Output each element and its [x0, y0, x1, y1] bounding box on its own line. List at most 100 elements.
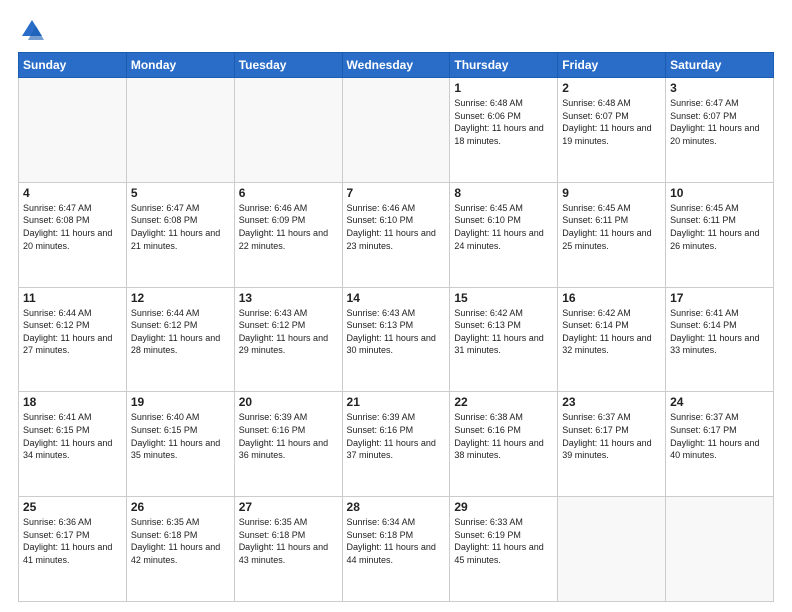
day-info: Sunrise: 6:44 AM Sunset: 6:12 PM Dayligh… — [131, 307, 230, 357]
calendar-cell: 9 Sunrise: 6:45 AM Sunset: 6:11 PM Daylig… — [558, 182, 666, 287]
calendar-cell: 24Sunrise: 6:37 AM Sunset: 6:17 PM Dayli… — [666, 392, 774, 497]
day-number: 27 — [239, 500, 338, 514]
day-info: Sunrise: 6:45 AM Sunset: 6:11 PM Dayligh… — [562, 202, 661, 252]
day-number: 6 — [239, 186, 338, 200]
day-info: Sunrise: 6:44 AM Sunset: 6:12 PM Dayligh… — [23, 307, 122, 357]
logo — [18, 16, 50, 44]
calendar-header-sunday: Sunday — [19, 53, 127, 78]
day-info: Sunrise: 6:38 AM Sunset: 6:16 PM Dayligh… — [454, 411, 553, 461]
calendar-cell: 1 Sunrise: 6:48 AM Sunset: 6:06 PM Daylig… — [450, 78, 558, 183]
calendar-cell: 25 Sunrise: 6:36 AM Sunset: 6:17 PM Dayli… — [19, 497, 127, 602]
calendar-cell — [342, 78, 450, 183]
day-info: Sunrise: 6:40 AM Sunset: 6:15 PM Dayligh… — [131, 411, 230, 461]
day-number: 20 — [239, 395, 338, 409]
calendar-cell — [666, 497, 774, 602]
day-info: Sunrise: 6:42 AM Sunset: 6:14 PM Dayligh… — [562, 307, 661, 357]
day-number: 4 — [23, 186, 122, 200]
calendar-cell: 3Sunrise: 6:47 AM Sunset: 6:07 PM Daylig… — [666, 78, 774, 183]
day-number: 25 — [23, 500, 122, 514]
day-info: Sunrise: 6:41 AM Sunset: 6:15 PM Dayligh… — [23, 411, 122, 461]
day-info: Sunrise: 6:37 AM Sunset: 6:17 PM Dayligh… — [562, 411, 661, 461]
day-info: Sunrise: 6:48 AM Sunset: 6:07 PM Dayligh… — [562, 97, 661, 147]
day-number: 5 — [131, 186, 230, 200]
day-info: Sunrise: 6:46 AM Sunset: 6:10 PM Dayligh… — [347, 202, 446, 252]
calendar-cell: 10 Sunrise: 6:45 AM Sunset: 6:11 PM Dayli… — [666, 182, 774, 287]
day-number: 28 — [347, 500, 446, 514]
day-number: 19 — [131, 395, 230, 409]
day-number: 17 — [670, 291, 769, 305]
day-number: 22 — [454, 395, 553, 409]
day-info: Sunrise: 6:41 AM Sunset: 6:14 PM Dayligh… — [670, 307, 769, 357]
calendar-cell: 27 Sunrise: 6:35 AM Sunset: 6:18 PM Dayli… — [234, 497, 342, 602]
day-info: Sunrise: 6:33 AM Sunset: 6:19 PM Dayligh… — [454, 516, 553, 566]
calendar-page: SundayMondayTuesdayWednesdayThursdayFrid… — [0, 0, 792, 612]
day-info: Sunrise: 6:35 AM Sunset: 6:18 PM Dayligh… — [239, 516, 338, 566]
day-number: 12 — [131, 291, 230, 305]
calendar-cell: 11 Sunrise: 6:44 AM Sunset: 6:12 PM Dayli… — [19, 287, 127, 392]
day-info: Sunrise: 6:36 AM Sunset: 6:17 PM Dayligh… — [23, 516, 122, 566]
calendar-header-monday: Monday — [126, 53, 234, 78]
calendar-cell: 28 Sunrise: 6:34 AM Sunset: 6:18 PM Dayli… — [342, 497, 450, 602]
calendar-header-saturday: Saturday — [666, 53, 774, 78]
day-number: 21 — [347, 395, 446, 409]
calendar-header-thursday: Thursday — [450, 53, 558, 78]
calendar-cell: 4 Sunrise: 6:47 AM Sunset: 6:08 PM Daylig… — [19, 182, 127, 287]
calendar-cell — [19, 78, 127, 183]
day-info: Sunrise: 6:46 AM Sunset: 6:09 PM Dayligh… — [239, 202, 338, 252]
day-info: Sunrise: 6:45 AM Sunset: 6:11 PM Dayligh… — [670, 202, 769, 252]
day-number: 15 — [454, 291, 553, 305]
day-number: 2 — [562, 81, 661, 95]
calendar-cell: 13 Sunrise: 6:43 AM Sunset: 6:12 PM Dayli… — [234, 287, 342, 392]
day-info: Sunrise: 6:47 AM Sunset: 6:08 PM Dayligh… — [23, 202, 122, 252]
calendar-header-tuesday: Tuesday — [234, 53, 342, 78]
day-info: Sunrise: 6:43 AM Sunset: 6:12 PM Dayligh… — [239, 307, 338, 357]
calendar-cell: 29 Sunrise: 6:33 AM Sunset: 6:19 PM Dayli… — [450, 497, 558, 602]
logo-icon — [18, 16, 46, 44]
day-number: 9 — [562, 186, 661, 200]
day-number: 10 — [670, 186, 769, 200]
day-info: Sunrise: 6:42 AM Sunset: 6:13 PM Dayligh… — [454, 307, 553, 357]
day-info: Sunrise: 6:47 AM Sunset: 6:08 PM Dayligh… — [131, 202, 230, 252]
calendar-header-row: SundayMondayTuesdayWednesdayThursdayFrid… — [19, 53, 774, 78]
calendar-week-2: 4 Sunrise: 6:47 AM Sunset: 6:08 PM Daylig… — [19, 182, 774, 287]
calendar-cell: 23 Sunrise: 6:37 AM Sunset: 6:17 PM Dayli… — [558, 392, 666, 497]
calendar-cell: 6 Sunrise: 6:46 AM Sunset: 6:09 PM Daylig… — [234, 182, 342, 287]
calendar-cell — [558, 497, 666, 602]
calendar-cell: 20 Sunrise: 6:39 AM Sunset: 6:16 PM Dayli… — [234, 392, 342, 497]
day-number: 29 — [454, 500, 553, 514]
day-number: 11 — [23, 291, 122, 305]
calendar-cell: 8Sunrise: 6:45 AM Sunset: 6:10 PM Daylig… — [450, 182, 558, 287]
day-info: Sunrise: 6:43 AM Sunset: 6:13 PM Dayligh… — [347, 307, 446, 357]
day-number: 16 — [562, 291, 661, 305]
day-number: 1 — [454, 81, 553, 95]
calendar-cell: 18 Sunrise: 6:41 AM Sunset: 6:15 PM Dayli… — [19, 392, 127, 497]
day-info: Sunrise: 6:35 AM Sunset: 6:18 PM Dayligh… — [131, 516, 230, 566]
day-info: Sunrise: 6:39 AM Sunset: 6:16 PM Dayligh… — [347, 411, 446, 461]
calendar-cell: 2 Sunrise: 6:48 AM Sunset: 6:07 PM Daylig… — [558, 78, 666, 183]
day-number: 8 — [454, 186, 553, 200]
calendar-cell: 14 Sunrise: 6:43 AM Sunset: 6:13 PM Dayli… — [342, 287, 450, 392]
day-info: Sunrise: 6:34 AM Sunset: 6:18 PM Dayligh… — [347, 516, 446, 566]
calendar-cell: 17 Sunrise: 6:41 AM Sunset: 6:14 PM Dayli… — [666, 287, 774, 392]
day-number: 13 — [239, 291, 338, 305]
day-number: 23 — [562, 395, 661, 409]
calendar-header-wednesday: Wednesday — [342, 53, 450, 78]
calendar-cell: 5 Sunrise: 6:47 AM Sunset: 6:08 PM Daylig… — [126, 182, 234, 287]
day-number: 24 — [670, 395, 769, 409]
day-info: Sunrise: 6:39 AM Sunset: 6:16 PM Dayligh… — [239, 411, 338, 461]
day-number: 14 — [347, 291, 446, 305]
day-number: 26 — [131, 500, 230, 514]
calendar-cell: 16 Sunrise: 6:42 AM Sunset: 6:14 PM Dayli… — [558, 287, 666, 392]
calendar-week-3: 11 Sunrise: 6:44 AM Sunset: 6:12 PM Dayli… — [19, 287, 774, 392]
day-number: 7 — [347, 186, 446, 200]
calendar-week-5: 25 Sunrise: 6:36 AM Sunset: 6:17 PM Dayli… — [19, 497, 774, 602]
calendar-cell: 7 Sunrise: 6:46 AM Sunset: 6:10 PM Daylig… — [342, 182, 450, 287]
calendar-cell: 12 Sunrise: 6:44 AM Sunset: 6:12 PM Dayli… — [126, 287, 234, 392]
day-number: 3 — [670, 81, 769, 95]
calendar-cell: 22 Sunrise: 6:38 AM Sunset: 6:16 PM Dayli… — [450, 392, 558, 497]
calendar-week-1: 1 Sunrise: 6:48 AM Sunset: 6:06 PM Daylig… — [19, 78, 774, 183]
calendar-cell: 21 Sunrise: 6:39 AM Sunset: 6:16 PM Dayli… — [342, 392, 450, 497]
day-number: 18 — [23, 395, 122, 409]
calendar-cell: 26 Sunrise: 6:35 AM Sunset: 6:18 PM Dayli… — [126, 497, 234, 602]
day-info: Sunrise: 6:48 AM Sunset: 6:06 PM Dayligh… — [454, 97, 553, 147]
